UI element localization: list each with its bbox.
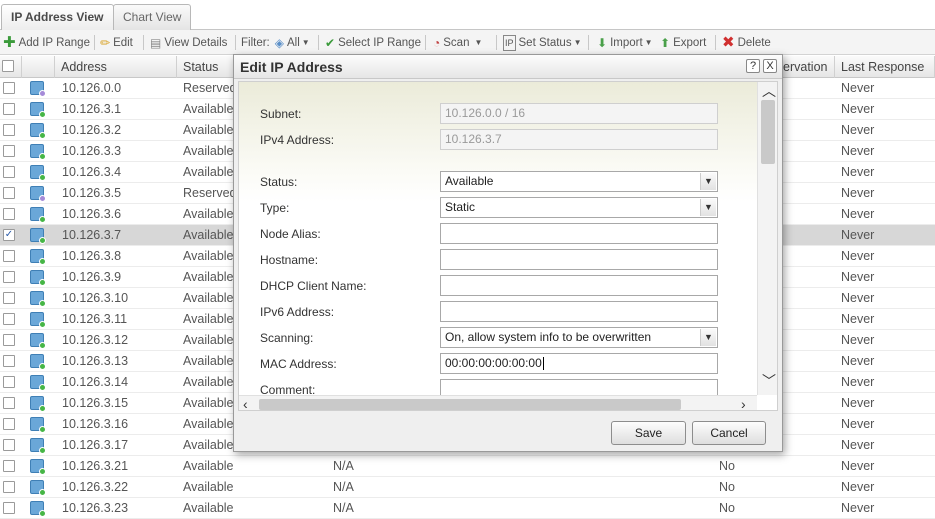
chevron-down-icon[interactable]: ▼ [700, 173, 716, 190]
scroll-left-icon[interactable]: ‹ [243, 397, 248, 410]
cancel-button[interactable]: Cancel [692, 421, 766, 445]
vertical-scrollbar[interactable]: ︿ ﹀ [757, 82, 777, 395]
mac-address-label: MAC Address: [260, 357, 337, 371]
dhcp-client-name-label: DHCP Client Name: [260, 279, 367, 293]
status-select[interactable]: Available ▼ [440, 171, 718, 192]
ipv6-address-input[interactable] [440, 301, 718, 322]
chevron-down-icon[interactable]: ▼ [700, 199, 716, 216]
hostname-input[interactable] [440, 249, 718, 270]
scanning-label: Scanning: [260, 331, 314, 345]
type-select[interactable]: Static ▼ [440, 197, 718, 218]
subnet-field: 10.126.0.0 / 16 [440, 103, 718, 124]
status-label: Status: [260, 175, 298, 189]
ipv4-field: 10.126.3.7 [440, 129, 718, 150]
close-icon[interactable]: X [763, 59, 777, 73]
help-icon[interactable]: ? [746, 59, 760, 73]
dialog-overlay: Edit IP Address ? X Subnet: 10.126.0.0 /… [0, 0, 935, 519]
scroll-up-icon[interactable]: ︿ [762, 84, 776, 98]
hostname-label: Hostname: [260, 253, 319, 267]
node-alias-input[interactable] [440, 223, 718, 244]
dialog-body: Subnet: 10.126.0.0 / 16 IPv4 Address: 10… [238, 81, 778, 411]
node-alias-label: Node Alias: [260, 227, 321, 241]
horizontal-scrollbar[interactable]: ‹ › [239, 395, 757, 410]
edit-form: Subnet: 10.126.0.0 / 16 IPv4 Address: 10… [239, 82, 757, 410]
chevron-down-icon[interactable]: ▼ [700, 329, 716, 346]
save-button[interactable]: Save [611, 421, 686, 445]
dialog-titlebar[interactable]: Edit IP Address ? X [234, 55, 782, 79]
dialog-title: Edit IP Address [240, 59, 343, 75]
edit-ip-address-dialog: Edit IP Address ? X Subnet: 10.126.0.0 /… [233, 54, 783, 452]
type-label: Type: [260, 201, 290, 215]
subnet-label: Subnet: [260, 107, 302, 121]
horizontal-scroll-thumb[interactable] [259, 399, 681, 410]
ipv6-address-label: IPv6 Address: [260, 305, 335, 319]
dhcp-client-name-input[interactable] [440, 275, 718, 296]
scroll-right-icon[interactable]: › [741, 397, 746, 410]
ipv4-label: IPv4 Address: [260, 133, 335, 147]
scanning-select[interactable]: On, allow system info to be overwritten ▼ [440, 327, 718, 348]
scroll-down-icon[interactable]: ﹀ [762, 374, 776, 388]
mac-address-input[interactable]: 00:00:00:00:00:00 [440, 353, 718, 374]
vertical-scroll-thumb[interactable] [761, 100, 775, 164]
text-cursor [542, 357, 544, 371]
